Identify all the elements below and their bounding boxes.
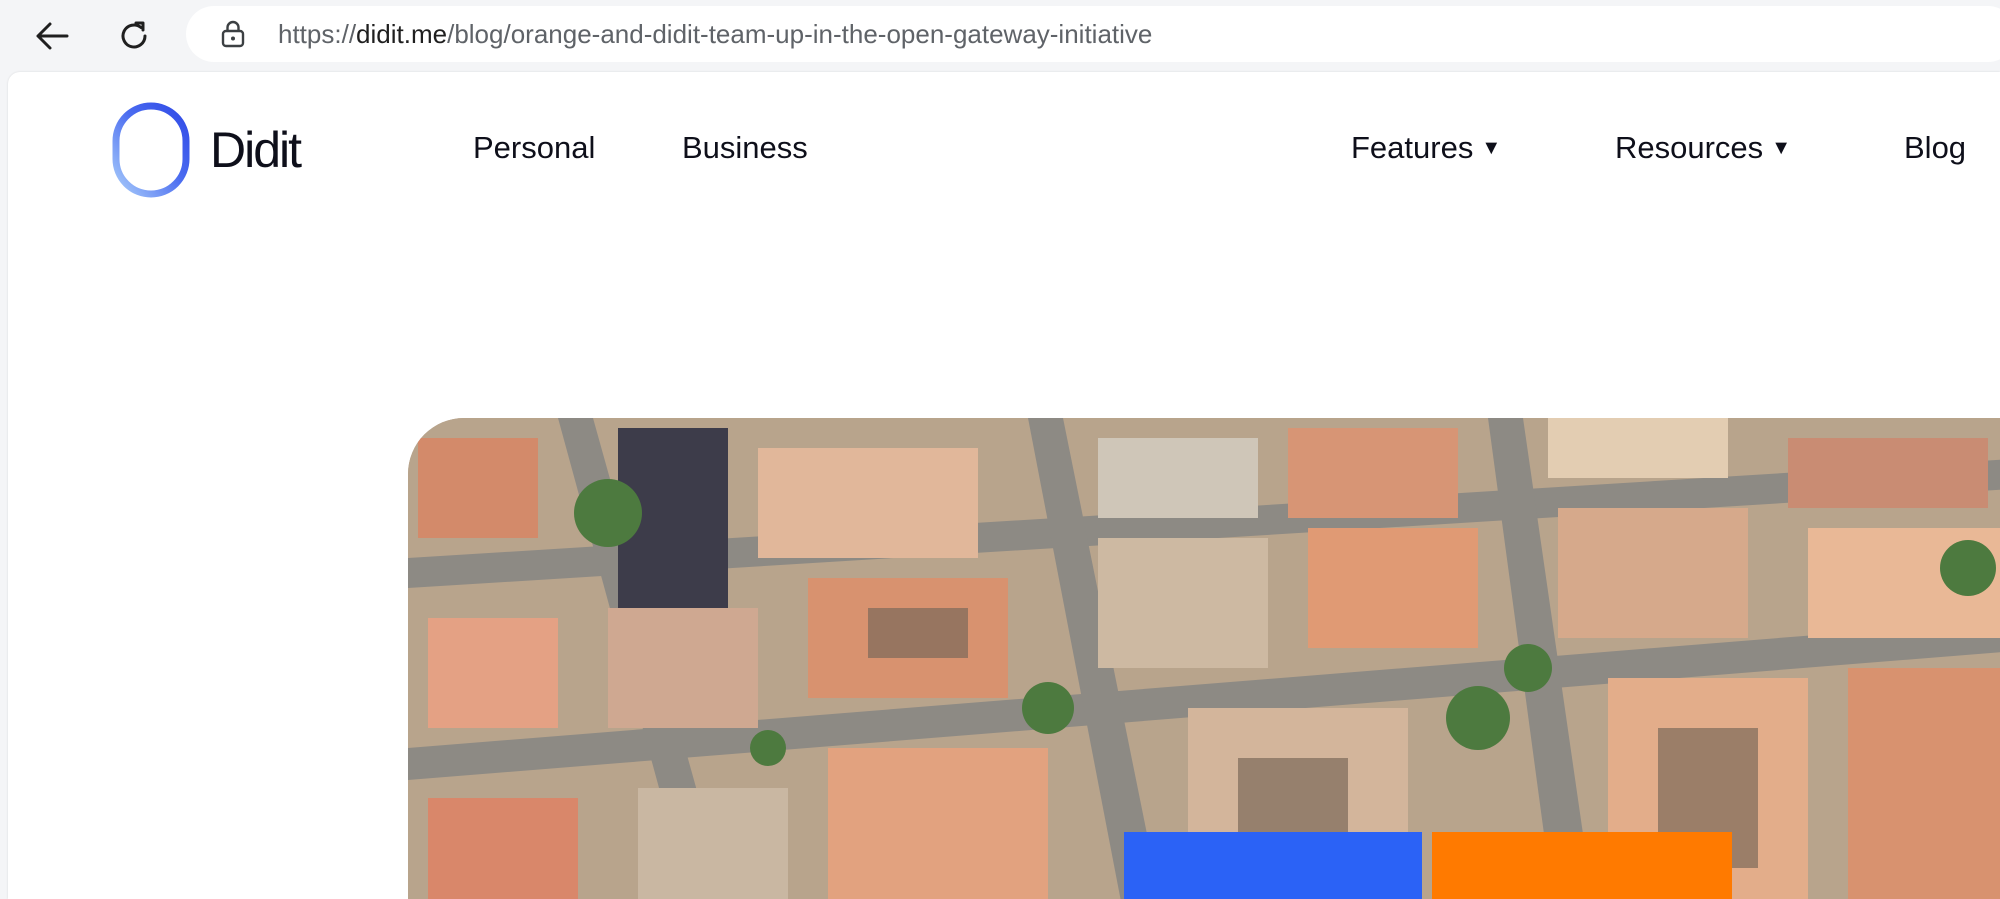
logo-wordmark: Didit	[210, 122, 302, 178]
nav-features-label: Features	[1351, 130, 1474, 165]
nav-business[interactable]: Business	[682, 130, 808, 166]
nav-features-dropdown[interactable]: Features ▼	[1351, 130, 1501, 166]
nav-resources-dropdown[interactable]: Resources ▼	[1615, 130, 1791, 166]
nav-personal-label: Personal	[473, 130, 596, 165]
caret-down-icon: ▼	[1481, 136, 1502, 159]
blue-color-block	[1124, 832, 1422, 899]
nav-resources-label: Resources	[1615, 130, 1764, 165]
url-text: https://didit.me/blog/orange-and-didit-t…	[278, 19, 1153, 49]
lock-icon[interactable]	[220, 20, 246, 48]
nav-personal[interactable]: Personal	[473, 130, 595, 166]
browser-toolbar: https://didit.me/blog/orange-and-didit-t…	[0, 0, 2000, 70]
aerial-city-illustration	[408, 418, 2000, 899]
orange-color-block	[1432, 832, 1732, 899]
logo-ring-icon	[112, 102, 190, 198]
address-bar[interactable]: https://didit.me/blog/orange-and-didit-t…	[186, 6, 2000, 62]
nav-business-label: Business	[682, 130, 808, 165]
hero-image	[408, 418, 2000, 899]
reload-icon[interactable]	[112, 14, 156, 58]
back-arrow-icon[interactable]	[30, 14, 74, 58]
nav-blog[interactable]: Blog	[1904, 130, 1966, 166]
didit-logo[interactable]: Didit	[112, 102, 302, 198]
caret-down-icon: ▼	[1771, 136, 1791, 159]
nav-blog-label: Blog	[1904, 130, 1967, 165]
web-page: Didit Personal Business Features ▼ Resour…	[8, 72, 2000, 899]
